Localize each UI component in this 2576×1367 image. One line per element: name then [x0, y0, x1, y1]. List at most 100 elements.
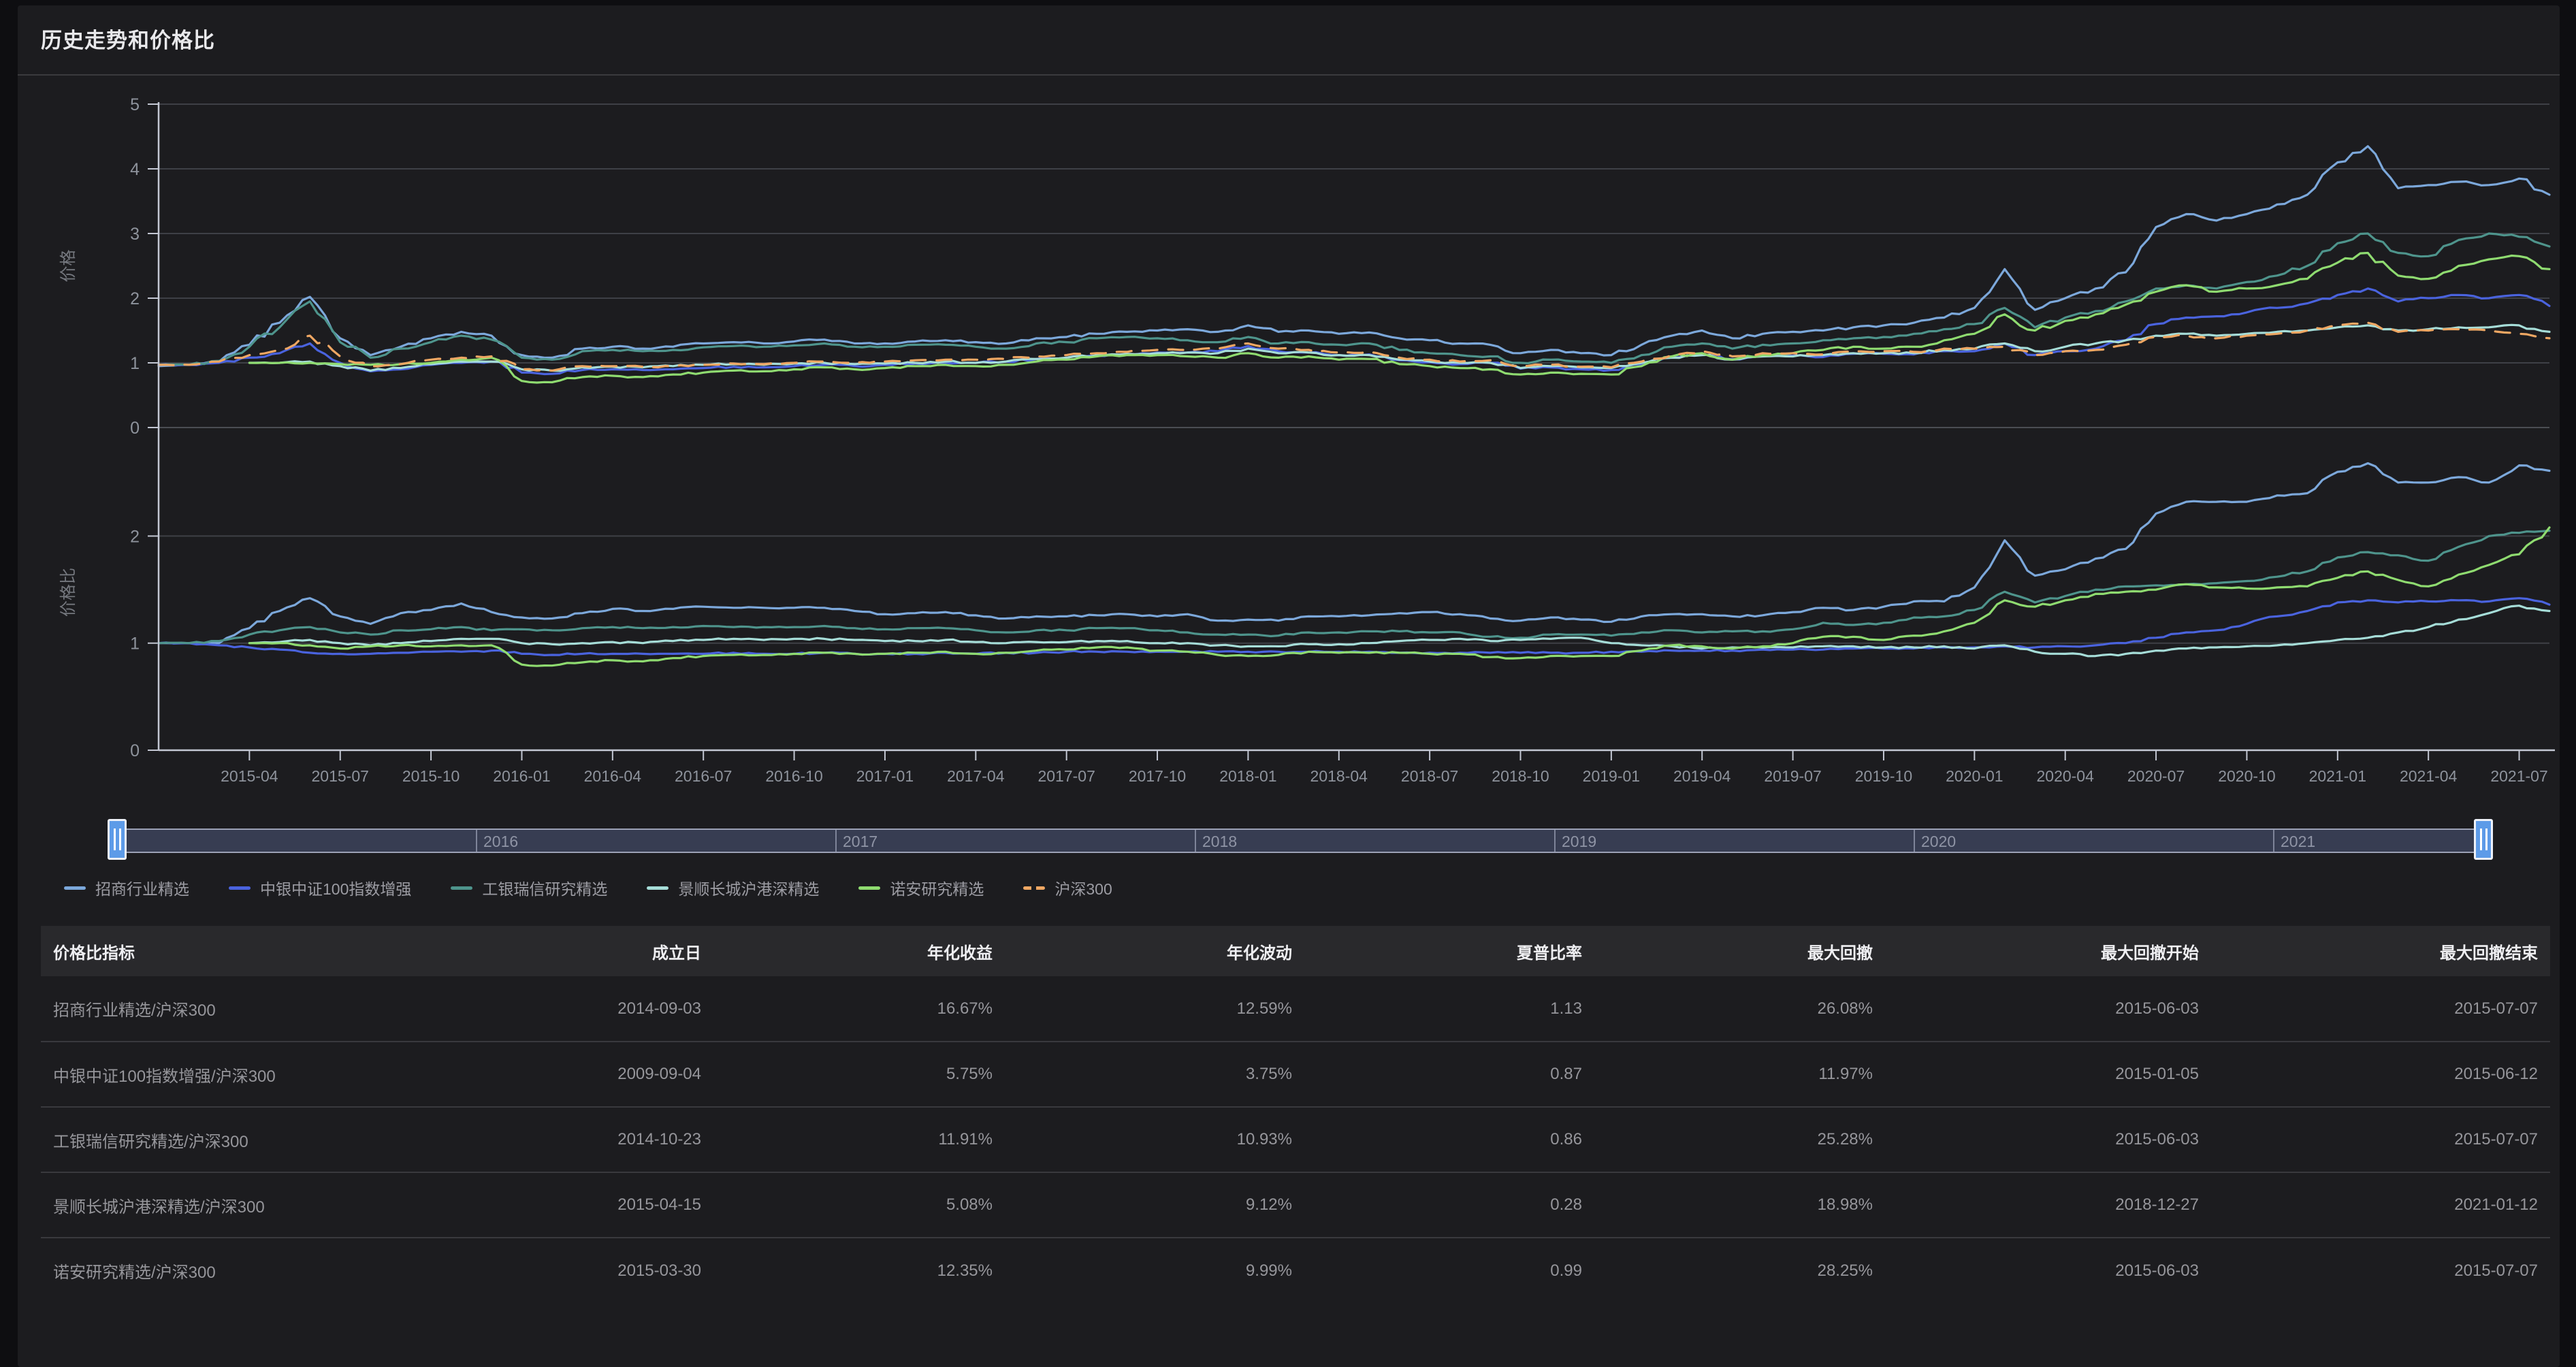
table-cell: 中银中证100指数增强/沪深300: [41, 1042, 477, 1107]
table-cell: 工银瑞信研究精选/沪深300: [41, 1107, 477, 1172]
y-tick-label: 3: [130, 225, 140, 244]
x-tick-label: 2019-01: [1583, 767, 1640, 785]
x-tick-label: 2021-01: [2309, 767, 2366, 785]
table-cell: 景顺长城沪港深精选/沪深300: [41, 1172, 477, 1238]
table-cell: 2015-04-15: [477, 1172, 713, 1238]
column-header: 最大回撤: [1594, 926, 1885, 976]
x-tick-label: 2020-01: [1946, 767, 2003, 785]
column-header: 年化波动: [1005, 926, 1304, 976]
x-tick-label: 2020-04: [2036, 767, 2094, 785]
table-cell: 2015-06-12: [2211, 1042, 2550, 1107]
table-cell: 5.75%: [713, 1042, 1005, 1107]
legend-item-中银中证100指数增强[interactable]: 中银中证100指数增强: [229, 876, 411, 899]
legend-item-诺安研究精选[interactable]: 诺安研究精选: [858, 876, 984, 899]
column-header: 最大回撤结束: [2211, 926, 2550, 976]
table-cell: 2015-07-07: [2211, 976, 2550, 1042]
table-cell: 28.25%: [1594, 1238, 1885, 1303]
x-tick-label: 2019-04: [1673, 767, 1731, 785]
series-line-工银瑞信研究精选: [159, 234, 2549, 365]
table-cell: 招商行业精选/沪深300: [41, 976, 477, 1042]
x-tick-label: 2018-10: [1492, 767, 1549, 785]
legend-label: 工银瑞信研究精选: [482, 876, 607, 899]
table-cell: 2018-12-27: [1885, 1172, 2211, 1238]
table-cell: 2015-06-03: [1885, 1107, 2211, 1172]
table-header: 价格比指标成立日年化收益年化波动夏普比率最大回撤最大回撤开始最大回撤结束: [41, 926, 2550, 976]
table-cell: 11.97%: [1594, 1042, 1885, 1107]
legend-label: 招商行业精选: [95, 876, 189, 899]
table-cell: 25.28%: [1594, 1107, 1885, 1172]
y-tick-label: 4: [130, 160, 140, 179]
column-header: 夏普比率: [1304, 926, 1594, 976]
legend-item-招商行业精选[interactable]: 招商行业精选: [64, 876, 189, 899]
x-tick-label: 2016-10: [765, 767, 822, 785]
line-swatch-icon: [64, 886, 86, 890]
slider-track[interactable]: 201620172018201920202021: [117, 829, 2483, 853]
table-cell: 2015-01-05: [1885, 1042, 2211, 1107]
metrics-table: 价格比指标成立日年化收益年化波动夏普比率最大回撤最大回撤开始最大回撤结束 招商行…: [41, 926, 2550, 1303]
x-tick-label: 2017-10: [1129, 767, 1186, 785]
table-cell: 1.13: [1304, 976, 1594, 1042]
x-tick-label: 2021-07: [2490, 767, 2547, 785]
y-tick-label: 0: [130, 741, 140, 760]
x-tick-label: 2020-07: [2127, 767, 2185, 785]
slider-handle-left[interactable]: [108, 819, 127, 860]
x-tick-label: 2016-07: [675, 767, 732, 785]
y-tick-label: 1: [130, 634, 140, 654]
slider-year-label: 2019: [1555, 830, 1596, 852]
x-tick-label: 2017-04: [947, 767, 1005, 785]
table-cell: 2015-07-07: [2211, 1107, 2550, 1172]
legend-label: 沪深300: [1054, 876, 1112, 899]
y-tick-label: 0: [130, 419, 140, 438]
x-tick-label: 2015-07: [312, 767, 369, 785]
column-header: 最大回撤开始: [1885, 926, 2211, 976]
table-cell: 0.87: [1304, 1042, 1594, 1107]
slider-handle-right[interactable]: [2474, 819, 2493, 860]
table-cell: 9.12%: [1005, 1172, 1304, 1238]
slider-year-label: 2021: [2274, 830, 2315, 852]
column-header: 价格比指标: [41, 926, 477, 976]
table-cell: 16.67%: [713, 976, 1005, 1042]
chart-area-0: 012345价格: [59, 95, 2549, 438]
legend-item-工银瑞信研究精选[interactable]: 工银瑞信研究精选: [451, 876, 607, 899]
column-header: 成立日: [477, 926, 713, 976]
table-cell: 2015-07-07: [2211, 1238, 2550, 1303]
x-tick-label: 2019-07: [1764, 767, 1821, 785]
table-cell: 9.99%: [1005, 1238, 1304, 1303]
chart-area-1: 012价格比: [59, 464, 2549, 761]
x-tick-label: 2018-07: [1401, 767, 1458, 785]
series-line-中银中证100指数增强/沪深300: [159, 598, 2549, 656]
x-tick-label: 2015-10: [402, 767, 460, 785]
table-row: 工银瑞信研究精选/沪深3002014-10-2311.91%10.93%0.86…: [41, 1107, 2550, 1172]
x-tick-label: 2015-04: [221, 767, 278, 785]
table-cell: 12.59%: [1005, 976, 1304, 1042]
legend-item-景顺长城沪港深精选[interactable]: 景顺长城沪港深精选: [647, 876, 819, 899]
table-cell: 26.08%: [1594, 976, 1885, 1042]
x-tick-label: 2017-01: [856, 767, 914, 785]
table-row: 诺安研究精选/沪深3002015-03-3012.35%9.99%0.9928.…: [41, 1238, 2550, 1303]
line-swatch-icon: [858, 886, 880, 890]
y-axis-title: 价格: [59, 250, 78, 283]
series-line-诺安研究精选/沪深300: [249, 528, 2549, 666]
dashed-line-swatch-icon: [1023, 886, 1045, 890]
line-swatch-icon: [229, 886, 251, 890]
table-cell: 3.75%: [1005, 1042, 1304, 1107]
slider-year-label: 2018: [1195, 830, 1237, 852]
table-cell: 0.99: [1304, 1238, 1594, 1303]
table-cell: 2015-03-30: [477, 1238, 713, 1303]
legend-item-沪深300[interactable]: 沪深300: [1023, 876, 1112, 899]
column-header: 年化收益: [713, 926, 1005, 976]
slider-year-label: 2020: [1914, 830, 1956, 852]
table-row: 景顺长城沪港深精选/沪深3002015-04-155.08%9.12%0.281…: [41, 1172, 2550, 1238]
date-range-slider[interactable]: 201620172018201920202021: [117, 829, 2483, 853]
series-line-工银瑞信研究精选/沪深300: [159, 531, 2549, 643]
table-cell: 10.93%: [1005, 1107, 1304, 1172]
table-cell: 5.08%: [713, 1172, 1005, 1238]
slider-year-label: 2017: [836, 830, 878, 852]
legend-label: 诺安研究精选: [890, 876, 984, 899]
table-cell: 0.86: [1304, 1107, 1594, 1172]
x-tick-label: 2017-07: [1037, 767, 1095, 785]
x-tick-label: 2018-01: [1219, 767, 1276, 785]
series-line-招商行业精选/沪深300: [159, 464, 2549, 643]
x-tick-label: 2016-01: [493, 767, 550, 785]
table-cell: 2009-09-04: [477, 1042, 713, 1107]
